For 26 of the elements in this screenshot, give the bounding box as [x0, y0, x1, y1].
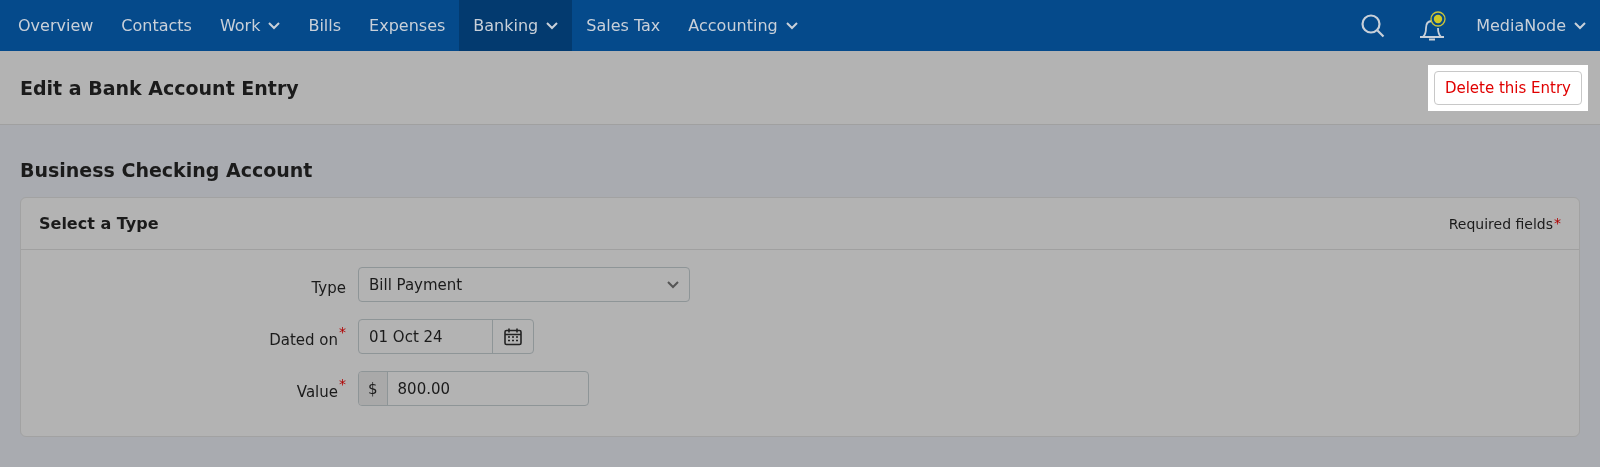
chevron-down-icon [667, 280, 679, 289]
required-asterisk: * [1554, 215, 1561, 230]
delete-entry-button[interactable]: Delete this Entry [1433, 70, 1582, 105]
nav-tab[interactable]: Banking [459, 0, 573, 51]
card-title: Select a Type [39, 214, 159, 233]
field-label: Value [296, 381, 338, 401]
search-icon[interactable] [1360, 12, 1387, 39]
nav-tab[interactable]: Bills [294, 0, 356, 51]
required-fields-note: Required fields [1448, 215, 1553, 232]
page-title: Edit a Bank Account Entry [20, 76, 299, 99]
nav-tab[interactable]: Accounting [674, 0, 812, 51]
required-asterisk: * [339, 324, 346, 339]
date-field[interactable]: 01 Oct 24 [358, 319, 534, 354]
nav-tab[interactable]: Contacts [107, 0, 206, 51]
field-label: Type [311, 277, 346, 297]
nav-tab[interactable]: Expenses [355, 0, 460, 51]
account-menu[interactable]: MediaNode [1462, 0, 1600, 51]
calendar-icon[interactable] [503, 326, 523, 347]
nav-tab[interactable]: Overview [4, 0, 108, 51]
type-select[interactable]: Bill Payment [358, 267, 690, 302]
field-label: Dated on [269, 329, 338, 349]
required-asterisk: * [339, 376, 346, 391]
nav-tab[interactable]: Work [205, 0, 295, 51]
value-field[interactable]: $ 800.00 [358, 371, 589, 406]
nav-tab[interactable]: Sales Tax [572, 0, 675, 51]
section-title: Business Checking Account [19, 158, 314, 183]
